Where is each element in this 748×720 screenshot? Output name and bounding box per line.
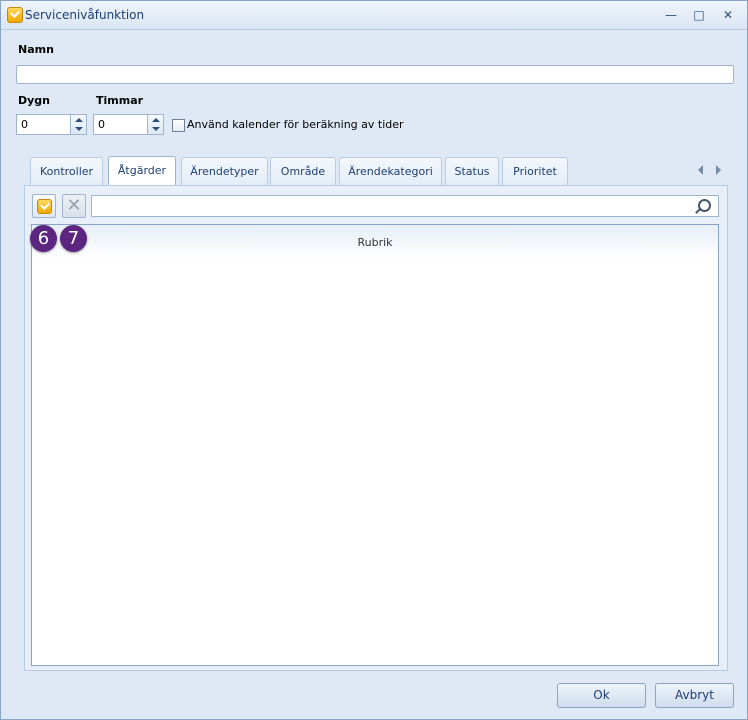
timmar-value: 0 xyxy=(98,118,105,131)
search-input[interactable] xyxy=(91,195,719,217)
app-icon xyxy=(7,7,23,23)
tab-scroll-left-icon[interactable] xyxy=(698,165,703,175)
tab-kontroller[interactable]: Kontroller xyxy=(30,157,103,185)
timmar-stepper[interactable]: 0 xyxy=(93,114,164,135)
dygn-stepper-arrows[interactable] xyxy=(70,115,86,134)
tab-omrade[interactable]: Område xyxy=(270,157,336,185)
dygn-value: 0 xyxy=(21,118,28,131)
arrow-down-icon[interactable] xyxy=(75,127,83,131)
minimize-icon[interactable]: — xyxy=(662,7,680,23)
ok-button[interactable]: Ok xyxy=(557,683,646,708)
annotation-badge-delete: 7 xyxy=(60,225,87,252)
tab-scroll-right-icon[interactable] xyxy=(716,165,721,175)
arrow-up-icon[interactable] xyxy=(75,118,83,122)
tab-arendetyper[interactable]: Ärendetyper xyxy=(181,157,268,185)
cancel-button[interactable]: Avbryt xyxy=(655,683,734,708)
tab-status[interactable]: Status xyxy=(445,157,499,185)
title-bar[interactable]: Servicenivåfunktion — □ ✕ xyxy=(1,1,747,30)
timmar-stepper-arrows[interactable] xyxy=(147,115,163,134)
annotation-badge-add: 6 xyxy=(30,225,57,252)
timmar-label: Timmar xyxy=(96,94,144,107)
add-action-icon xyxy=(37,199,52,214)
delete-button[interactable]: ✕ xyxy=(62,194,86,218)
name-label: Namn xyxy=(18,43,54,56)
tab-panel: ✕ Rubrik xyxy=(24,185,728,671)
tab-atgarder[interactable]: Åtgärder xyxy=(108,156,176,186)
search-icon[interactable] xyxy=(698,199,711,212)
column-header-rubrik[interactable]: Rubrik xyxy=(32,236,718,249)
name-input[interactable] xyxy=(16,65,734,84)
add-button[interactable] xyxy=(32,194,56,218)
actions-grid[interactable]: Rubrik xyxy=(31,224,719,666)
arrow-down-icon[interactable] xyxy=(152,127,160,131)
tab-arendekategori[interactable]: Ärendekategori xyxy=(339,157,442,185)
grid-header: Rubrik xyxy=(32,225,718,259)
dygn-stepper[interactable]: 0 xyxy=(16,114,87,135)
calendar-checkbox[interactable] xyxy=(172,119,185,132)
arrow-up-icon[interactable] xyxy=(152,118,160,122)
tab-prioritet[interactable]: Prioritet xyxy=(502,157,568,185)
dialog-window: Servicenivåfunktion — □ ✕ Namn Dygn Timm… xyxy=(0,0,748,720)
close-icon[interactable]: ✕ xyxy=(719,7,737,23)
dygn-label: Dygn xyxy=(18,94,51,107)
window-title: Servicenivåfunktion xyxy=(25,8,145,22)
calendar-checkbox-label[interactable]: Använd kalender för beräkning av tider xyxy=(187,118,404,131)
maximize-icon[interactable]: □ xyxy=(690,7,708,23)
delete-icon: ✕ xyxy=(66,195,82,216)
